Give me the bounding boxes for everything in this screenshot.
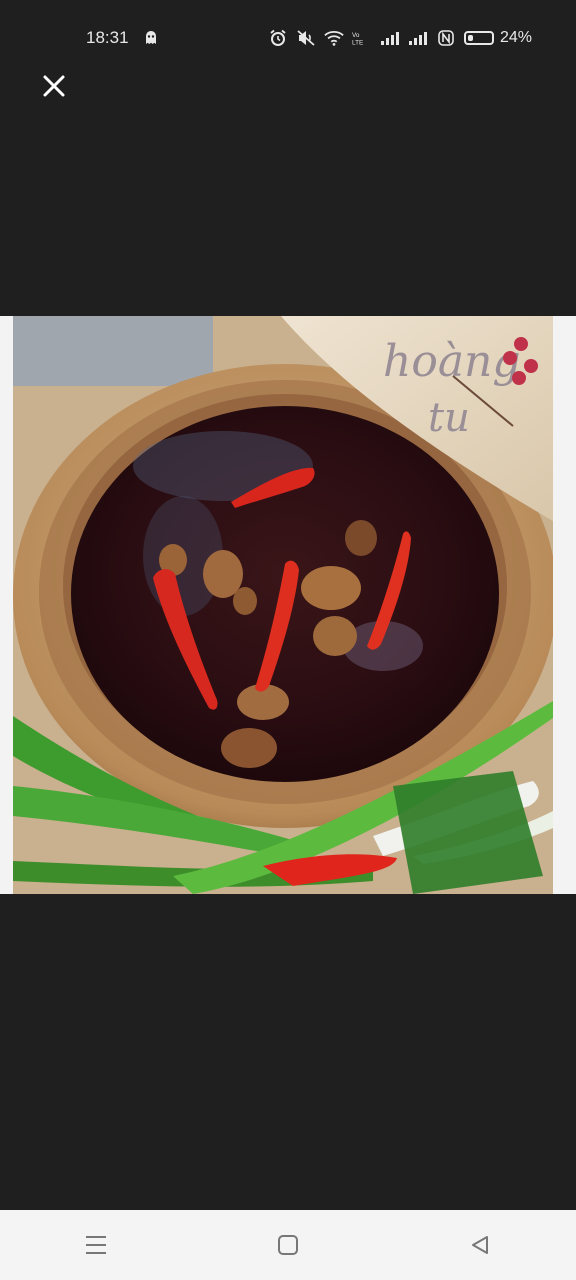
image-viewer[interactable]: hoàng tu bbox=[0, 316, 576, 894]
watermark-line-2: tu bbox=[428, 395, 470, 441]
alarm-icon bbox=[268, 28, 288, 48]
battery-icon bbox=[463, 31, 494, 45]
wifi-icon bbox=[324, 28, 344, 48]
battery-percent: 24% bbox=[499, 29, 532, 46]
home-icon bbox=[278, 1235, 298, 1255]
clock: 18:31 bbox=[86, 28, 129, 47]
back-button[interactable] bbox=[432, 1215, 528, 1275]
status-left: 18:31 bbox=[86, 28, 161, 48]
watermark-line-1: hoàng bbox=[383, 336, 521, 387]
signal-icon bbox=[408, 28, 428, 48]
recent-apps-button[interactable] bbox=[48, 1215, 144, 1275]
menu-icon bbox=[86, 1236, 106, 1254]
navigation-bar bbox=[0, 1210, 576, 1280]
signal-icon bbox=[380, 28, 400, 48]
battery-indicator: 24% bbox=[463, 29, 532, 47]
mute-icon bbox=[296, 28, 316, 48]
close-icon bbox=[43, 75, 65, 97]
svg-text:Vo: Vo bbox=[352, 32, 360, 39]
home-button[interactable] bbox=[240, 1215, 336, 1275]
nfc-icon bbox=[436, 28, 456, 48]
battery-level bbox=[467, 35, 473, 41]
ghost-icon bbox=[141, 28, 161, 48]
status-bar: 18:31 Vo LTE 24% bbox=[0, 0, 576, 76]
status-right: Vo LTE 24% bbox=[268, 28, 532, 48]
back-icon bbox=[472, 1236, 488, 1254]
volte-icon: Vo LTE bbox=[352, 28, 372, 48]
food-photo[interactable]: hoàng tu bbox=[13, 316, 553, 894]
svg-text:LTE: LTE bbox=[352, 39, 363, 46]
close-button[interactable] bbox=[34, 66, 74, 106]
